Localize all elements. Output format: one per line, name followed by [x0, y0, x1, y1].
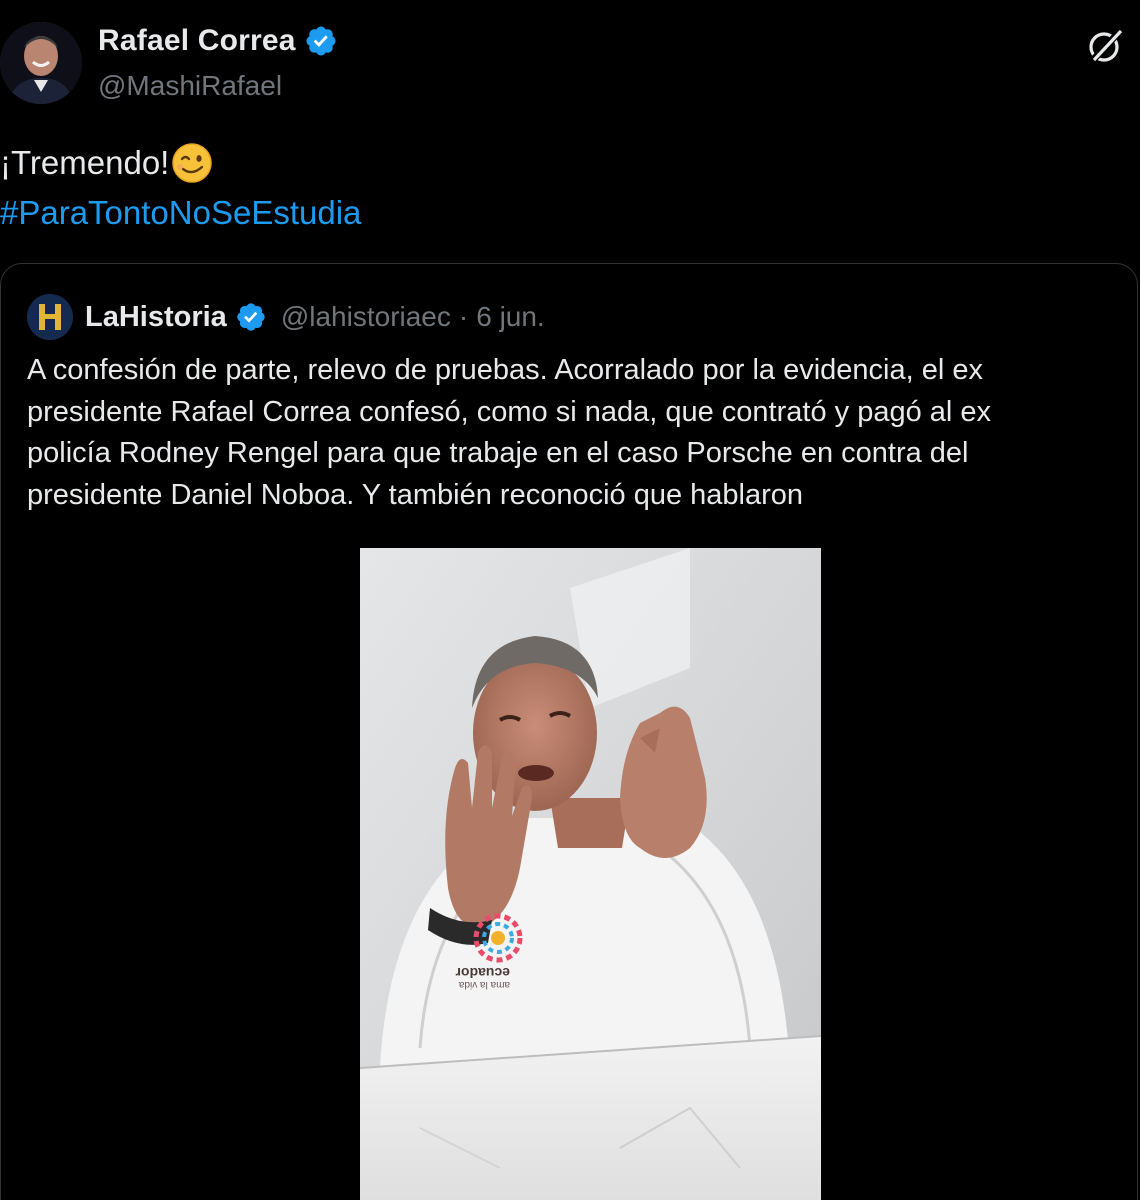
avatar-image — [0, 22, 82, 104]
winking-face-emoji-icon — [172, 143, 213, 183]
quoted-tweet-video[interactable]: ecuador ama la vida — [360, 548, 821, 1200]
lahistoria-logo-icon — [27, 294, 73, 340]
hashtag-link[interactable]: #ParaTontoNoSeEstudia — [0, 188, 361, 238]
author-name-row[interactable]: Rafael Correa — [98, 24, 338, 58]
tweet-line-2: #ParaTontoNoSeEstudia — [0, 188, 361, 238]
quoted-text-line: policía Rodney Rengel para que trabaje e… — [27, 437, 969, 469]
quoted-tweet-date[interactable]: 6 jun. — [476, 301, 545, 333]
tweet-line-1: ¡Tremendo! — [0, 138, 361, 188]
quoted-tweet-text: A confesión de parte, relevo de pruebas.… — [27, 350, 1117, 516]
shirt-logo-subtext: ama la vida — [458, 979, 510, 990]
video-thumbnail-image: ecuador ama la vida — [360, 548, 821, 1200]
quoted-author-handle[interactable]: @lahistoriaec — [281, 301, 451, 333]
author-display-name[interactable]: Rafael Correa — [98, 24, 296, 58]
tweet-text-main: ¡Tremendo! — [0, 144, 170, 181]
quoted-text-line: presidente Daniel Noboa. Y también recon… — [27, 478, 804, 511]
quoted-text-line: presidente Rafael Correa confesó, como s… — [27, 395, 992, 428]
author-handle[interactable]: @MashiRafael — [98, 70, 282, 102]
quoted-verified-badge-icon[interactable] — [235, 301, 267, 333]
author-avatar[interactable] — [0, 22, 82, 104]
tweet-text: ¡Tremendo! #ParaTontoNoSeEstudia — [0, 138, 361, 238]
meta-separator: · — [458, 301, 469, 332]
quoted-author-name[interactable]: LaHistoria — [85, 301, 227, 334]
tweet-view: Rafael Correa @MashiRafael ¡Tremendo! #P… — [0, 0, 1140, 1200]
shirt-logo-text: ecuador — [455, 965, 510, 981]
quoted-author-avatar[interactable] — [27, 294, 73, 340]
quoted-tweet-card[interactable]: LaHistoria @lahistoriaec · 6 jun. A conf… — [0, 263, 1138, 1200]
grok-icon[interactable] — [1084, 24, 1128, 68]
verified-badge-icon[interactable] — [304, 24, 338, 58]
quoted-tweet-header: LaHistoria @lahistoriaec · 6 jun. — [27, 294, 545, 340]
quoted-text-line: A confesión de parte, relevo de pruebas.… — [27, 354, 983, 386]
